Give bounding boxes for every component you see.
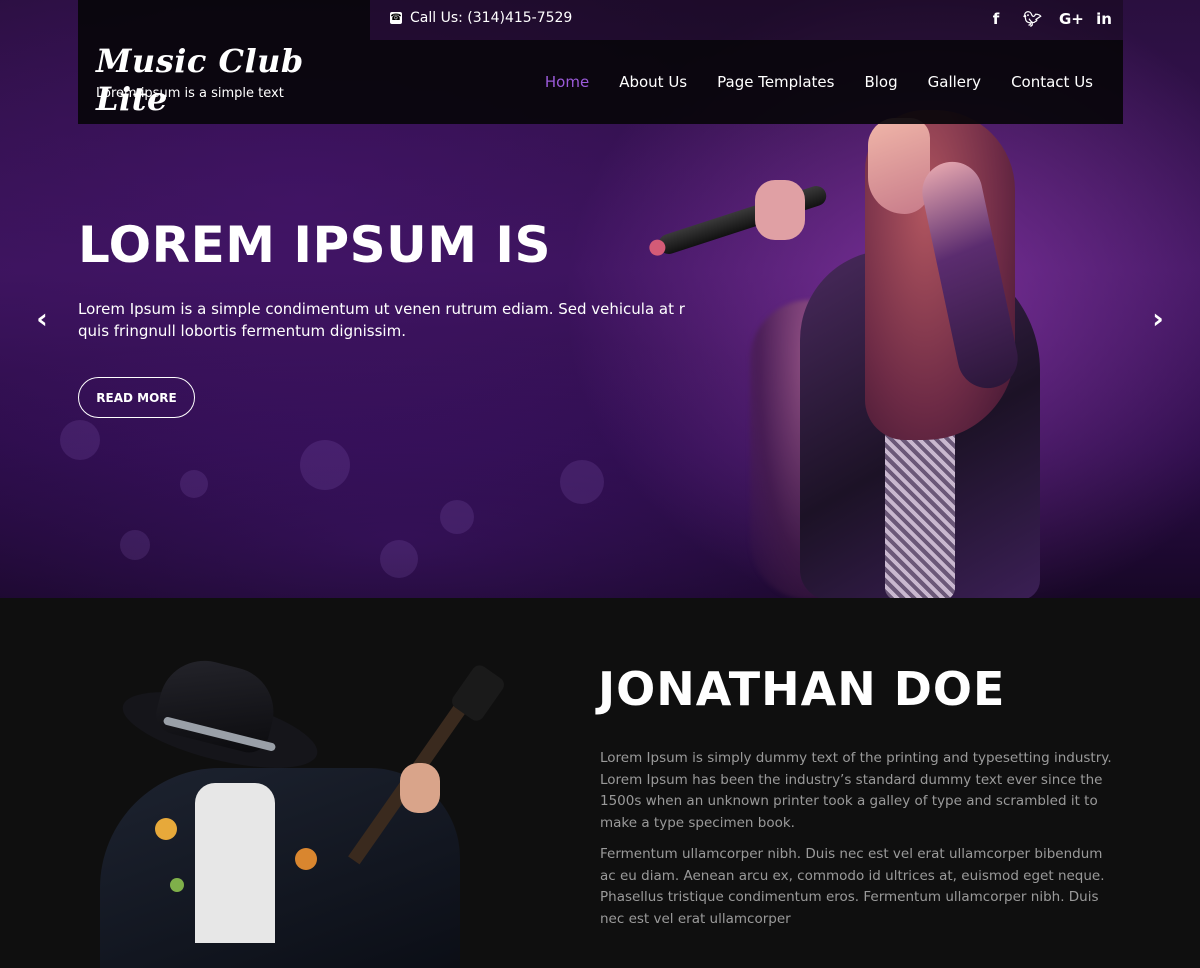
nav-item-about-us[interactable]: About Us	[619, 73, 687, 91]
social-links: f 🐦︎ G+ in	[987, 9, 1113, 29]
hero-image-singer	[640, 100, 1100, 598]
musician-image	[100, 651, 540, 968]
about-section: JONATHAN DOE Lorem Ipsum is simply dummy…	[0, 598, 1200, 968]
google-plus-icon[interactable]: G+	[1059, 9, 1084, 29]
read-more-button[interactable]: READ MORE	[78, 377, 195, 418]
slider-next-arrow[interactable]: ›	[1146, 305, 1170, 333]
logo-area[interactable]: Music Club Lite Lorem ipsum is a simple …	[78, 0, 370, 124]
nav-item-blog[interactable]: Blog	[864, 73, 897, 91]
about-title: JONATHAN DOE	[598, 662, 1006, 716]
nav-item-gallery[interactable]: Gallery	[928, 73, 981, 91]
slider-prev-arrow[interactable]: ‹	[30, 305, 54, 333]
hero-description: Lorem Ipsum is a simple condimentum ut v…	[78, 300, 685, 340]
about-paragraph-1: Lorem Ipsum is simply dummy text of the …	[600, 750, 1112, 831]
site-title[interactable]: Music Club Lite	[96, 42, 370, 118]
phone-text: Call Us: (314)415-7529	[410, 10, 573, 26]
phone-icon: ☎	[390, 12, 402, 24]
phone-contact[interactable]: ☎ Call Us: (314)415-7529	[390, 10, 572, 26]
hero-title: LOREM IPSUM IS	[78, 216, 552, 274]
facebook-icon[interactable]: f	[987, 9, 1005, 29]
main-navigation: Home About Us Page Templates Blog Galler…	[370, 40, 1123, 124]
nav-item-home[interactable]: Home	[545, 73, 589, 91]
top-bar: ☎ Call Us: (314)415-7529 f 🐦︎ G+ in	[370, 0, 1123, 40]
about-paragraph-2: Fermentum ullamcorper nibh. Duis nec est…	[600, 846, 1105, 927]
site-tagline: Lorem ipsum is a simple text	[96, 86, 284, 101]
twitter-icon[interactable]: 🐦︎	[1023, 9, 1042, 29]
linkedin-icon[interactable]: in	[1095, 9, 1113, 29]
nav-item-contact-us[interactable]: Contact Us	[1011, 73, 1093, 91]
nav-item-page-templates[interactable]: Page Templates	[717, 73, 834, 91]
